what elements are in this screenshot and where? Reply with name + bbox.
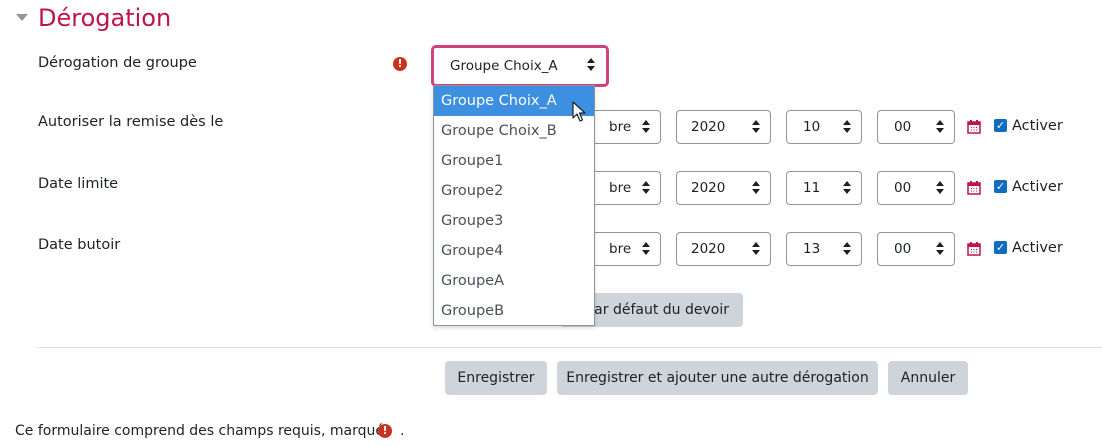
- select-caret-icon: [843, 181, 851, 195]
- cutoff-date-label: Date butoir: [38, 237, 121, 253]
- dropdown-option[interactable]: Groupe3: [434, 206, 594, 236]
- select-caret-icon: [843, 242, 851, 256]
- dropdown-option[interactable]: Groupe Choix_B: [434, 116, 594, 146]
- dropdown-option[interactable]: GroupeB: [434, 296, 594, 326]
- required-icon: !: [393, 57, 407, 71]
- calendar-icon[interactable]: [967, 181, 981, 195]
- select-caret-icon: [752, 120, 760, 134]
- dropdown-option[interactable]: Groupe1: [434, 146, 594, 176]
- select-caret-icon: [936, 181, 944, 195]
- select-caret-icon: [642, 181, 650, 195]
- select-caret-icon: [843, 120, 851, 134]
- due-year-select[interactable]: 2020: [676, 171, 771, 205]
- mouse-cursor-icon: [572, 101, 586, 122]
- save-button[interactable]: Enregistrer: [445, 361, 547, 395]
- cancel-button[interactable]: Annuler: [888, 361, 968, 395]
- dropdown-option[interactable]: Groupe2: [434, 176, 594, 206]
- calendar-icon[interactable]: [967, 242, 981, 256]
- group-override-label: Dérogation de groupe: [38, 55, 197, 71]
- allow-from-year-value: 2020: [691, 119, 726, 135]
- section-collapse-icon[interactable]: [16, 14, 28, 21]
- dropdown-option[interactable]: Groupe4: [434, 236, 594, 266]
- cutoff-hour-value: 13: [803, 241, 821, 257]
- cutoff-enable-checkbox[interactable]: ✓: [994, 241, 1007, 254]
- allow-from-enable-checkbox[interactable]: ✓: [994, 119, 1007, 132]
- select-caret-icon: [936, 242, 944, 256]
- required-fields-note-text: Ce formulaire comprend des champs requis…: [15, 423, 392, 439]
- select-caret-icon: [752, 181, 760, 195]
- dropdown-option[interactable]: GroupeA: [434, 266, 594, 296]
- select-caret-icon: [642, 120, 650, 134]
- revert-to-defaults-label: par défaut du devoir: [585, 302, 729, 318]
- form-divider: [37, 347, 1102, 348]
- select-caret-icon: [642, 242, 650, 256]
- allow-from-label: Autoriser la remise dès le: [38, 114, 224, 130]
- save-and-add-override-button[interactable]: Enregistrer et ajouter une autre dérogat…: [557, 361, 878, 395]
- cutoff-minute-value: 00: [894, 241, 912, 257]
- due-year-value: 2020: [691, 180, 726, 196]
- due-minute-select[interactable]: 00: [877, 171, 955, 205]
- required-icon: !: [378, 424, 392, 438]
- due-date-label: Date limite: [38, 176, 119, 192]
- due-hour-value: 11: [803, 180, 821, 196]
- allow-from-minute-value: 00: [894, 119, 912, 135]
- group-dropdown-list[interactable]: Groupe Choix_A Groupe Choix_B Groupe1 Gr…: [433, 85, 595, 326]
- allow-from-enable-label[interactable]: Activer: [1012, 118, 1063, 134]
- due-minute-value: 00: [894, 180, 912, 196]
- select-caret-icon: [587, 58, 595, 72]
- cutoff-year-select[interactable]: 2020: [676, 232, 771, 266]
- dropdown-option[interactable]: Groupe Choix_A: [434, 86, 594, 116]
- group-select-value: Groupe Choix_A: [450, 58, 558, 74]
- cutoff-hour-select[interactable]: 13: [786, 232, 862, 266]
- required-fields-note-period: .: [400, 423, 405, 439]
- due-hour-select[interactable]: 11: [786, 171, 862, 205]
- select-caret-icon: [752, 242, 760, 256]
- section-title[interactable]: Dérogation: [38, 4, 171, 32]
- group-select[interactable]: Groupe Choix_A: [435, 49, 605, 83]
- required-fields-note: Ce formulaire comprend des champs requis…: [15, 423, 391, 439]
- cutoff-year-value: 2020: [691, 241, 726, 257]
- cutoff-enable-label[interactable]: Activer: [1012, 240, 1063, 256]
- due-enable-checkbox[interactable]: ✓: [994, 180, 1007, 193]
- due-enable-label[interactable]: Activer: [1012, 179, 1063, 195]
- allow-from-hour-select[interactable]: 10: [786, 110, 862, 144]
- calendar-icon[interactable]: [967, 120, 981, 134]
- select-caret-icon: [936, 120, 944, 134]
- allow-from-hour-value: 10: [803, 119, 821, 135]
- allow-from-minute-select[interactable]: 00: [877, 110, 955, 144]
- cutoff-minute-select[interactable]: 00: [877, 232, 955, 266]
- allow-from-year-select[interactable]: 2020: [676, 110, 771, 144]
